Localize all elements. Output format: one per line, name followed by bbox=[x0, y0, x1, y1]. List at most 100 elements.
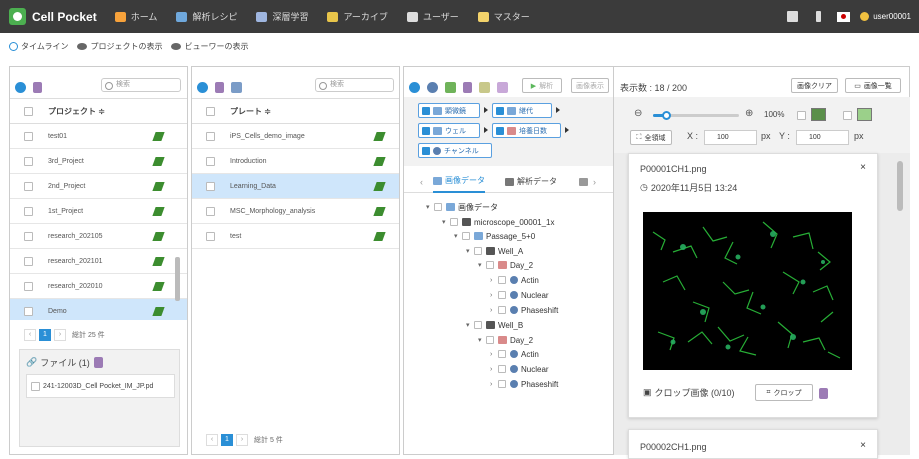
project-name[interactable]: test01 bbox=[48, 133, 67, 140]
tree-checkbox[interactable] bbox=[450, 218, 458, 226]
prev-page-button[interactable]: ‹ bbox=[206, 434, 218, 446]
table-row[interactable]: Demo bbox=[10, 299, 187, 320]
next-page-button[interactable]: › bbox=[54, 329, 66, 341]
export-icon[interactable] bbox=[231, 81, 242, 93]
microscope-chip[interactable]: 顕微鏡 bbox=[418, 103, 480, 118]
next-page-button[interactable]: › bbox=[236, 434, 248, 446]
zoom-slider[interactable] bbox=[653, 111, 739, 120]
nav-item[interactable]: マスター bbox=[477, 10, 530, 23]
delete-file-icon[interactable] bbox=[93, 357, 103, 368]
project-name[interactable]: research_202010 bbox=[48, 283, 103, 290]
tab-analysis-data[interactable]: 解析データ bbox=[505, 176, 557, 187]
edit-pencil-icon[interactable] bbox=[152, 157, 165, 166]
row-checkbox[interactable] bbox=[24, 306, 33, 316]
tree-day[interactable]: ▾ Day_2 bbox=[478, 258, 533, 272]
edit-pencil-icon[interactable] bbox=[373, 232, 386, 241]
tree-channel[interactable]: › Nuclear bbox=[490, 288, 549, 302]
channel-chip[interactable]: チャンネル bbox=[418, 143, 492, 158]
plate-name[interactable]: Learning_Data bbox=[230, 183, 276, 190]
tree-day[interactable]: ▾ Day_2 bbox=[478, 333, 533, 347]
table-row[interactable]: 3rd_Project bbox=[10, 149, 187, 174]
project-search-input[interactable]: 検索 bbox=[101, 78, 181, 92]
japan-flag-icon[interactable] bbox=[837, 11, 851, 22]
close-icon[interactable]: × bbox=[860, 162, 866, 173]
table-row[interactable]: 2nd_Project bbox=[10, 174, 187, 199]
tree-checkbox[interactable] bbox=[498, 365, 506, 373]
caret-down-icon[interactable]: ▾ bbox=[466, 321, 474, 329]
file-checkbox[interactable] bbox=[31, 381, 40, 391]
file-name[interactable]: 241-12003D_Cell Pocket_IM_JP.pd bbox=[43, 383, 153, 390]
plate-name[interactable]: test bbox=[230, 233, 241, 240]
analyze-button[interactable]: ▶ 解析 bbox=[522, 78, 562, 93]
tree-well[interactable]: ▾ Well_A bbox=[466, 244, 523, 258]
project-name[interactable]: research_202105 bbox=[48, 233, 103, 240]
row-checkbox[interactable] bbox=[24, 131, 33, 141]
viewer-view-toggle[interactable]: ビューワーの表示 bbox=[171, 41, 248, 52]
user-menu[interactable]: user00001 bbox=[860, 12, 911, 21]
project-view-toggle[interactable]: プロジェクトの表示 bbox=[77, 41, 162, 52]
add-project-icon[interactable] bbox=[15, 81, 26, 93]
tree-checkbox[interactable] bbox=[498, 291, 506, 299]
caret-down-icon[interactable]: ▾ bbox=[454, 232, 462, 240]
project-name[interactable]: Demo bbox=[48, 308, 67, 315]
tree-channel[interactable]: › Phaseshift bbox=[490, 377, 558, 391]
image-list-button[interactable]: ▭ 画像一覧 bbox=[845, 78, 901, 93]
caret-down-icon[interactable]: ▾ bbox=[478, 336, 486, 344]
timeline-toggle[interactable]: タイムライン bbox=[9, 41, 68, 52]
tab-image-data[interactable]: 画像データ bbox=[433, 171, 485, 193]
zoom-out-icon[interactable]: ⊖ bbox=[634, 108, 642, 119]
caret-right-icon[interactable]: › bbox=[490, 277, 498, 284]
row-checkbox[interactable] bbox=[24, 206, 33, 216]
row-checkbox[interactable] bbox=[206, 231, 215, 241]
link-icon[interactable] bbox=[427, 81, 438, 93]
y-input[interactable]: 100 bbox=[796, 130, 849, 145]
edit-pencil-icon[interactable] bbox=[152, 257, 165, 266]
row-checkbox[interactable] bbox=[24, 156, 33, 166]
x-input[interactable]: 100 bbox=[704, 130, 757, 145]
nav-item[interactable]: 解析レシピ bbox=[176, 10, 237, 23]
edit-pencil-icon[interactable] bbox=[152, 182, 165, 191]
tab-prev-icon[interactable]: ‹ bbox=[420, 177, 423, 187]
file-item[interactable]: 241-12003D_Cell Pocket_IM_JP.pd bbox=[26, 374, 175, 398]
plate-name[interactable]: Introduction bbox=[230, 158, 267, 165]
well-chip[interactable]: ウェル bbox=[418, 123, 480, 138]
edit-pencil-icon[interactable] bbox=[152, 132, 165, 141]
overlay-checkbox-1[interactable] bbox=[797, 111, 806, 120]
app-logo[interactable]: Cell Pocket bbox=[9, 8, 97, 25]
edit-pencil-icon[interactable] bbox=[373, 207, 386, 216]
caret-down-icon[interactable]: ▾ bbox=[442, 218, 450, 226]
caret-right-icon[interactable]: › bbox=[490, 292, 498, 299]
tree-checkbox[interactable] bbox=[474, 321, 482, 329]
tree-channel[interactable]: › Actin bbox=[490, 273, 539, 287]
plate-name[interactable]: MSC_Morphology_analysis bbox=[230, 208, 315, 215]
image-display-button[interactable]: 画像表示 bbox=[571, 78, 609, 93]
table-row[interactable]: 1st_Project bbox=[10, 199, 187, 224]
delete-project-icon[interactable] bbox=[33, 81, 42, 93]
tree-checkbox[interactable] bbox=[498, 276, 506, 284]
project-name[interactable]: 3rd_Project bbox=[48, 158, 84, 165]
project-name[interactable]: 2nd_Project bbox=[48, 183, 85, 190]
caret-right-icon[interactable]: › bbox=[490, 351, 498, 358]
delete-data-icon[interactable] bbox=[463, 81, 472, 93]
folder-icon[interactable] bbox=[479, 81, 490, 93]
table-row[interactable]: test bbox=[192, 224, 399, 249]
row-checkbox[interactable] bbox=[24, 256, 33, 266]
table-row[interactable]: research_202105 bbox=[10, 224, 187, 249]
tree-root[interactable]: ▾ 画像データ bbox=[426, 200, 498, 214]
row-checkbox[interactable] bbox=[206, 206, 215, 216]
row-checkbox[interactable] bbox=[24, 181, 33, 191]
delete-plate-icon[interactable] bbox=[215, 81, 224, 93]
tag-icon[interactable] bbox=[445, 81, 456, 93]
row-checkbox[interactable] bbox=[206, 131, 215, 141]
edit-pencil-icon[interactable] bbox=[152, 207, 165, 216]
zoom-in-icon[interactable]: ⊕ bbox=[745, 108, 753, 119]
tree-checkbox[interactable] bbox=[434, 203, 442, 211]
close-icon[interactable]: × bbox=[860, 440, 866, 451]
prev-page-button[interactable]: ‹ bbox=[24, 329, 36, 341]
tree-checkbox[interactable] bbox=[498, 350, 506, 358]
full-area-button[interactable]: ⛶ 全領域 bbox=[630, 130, 672, 145]
select-all-checkbox[interactable] bbox=[24, 106, 33, 116]
plate-column-header[interactable]: プレート ≑ bbox=[230, 106, 271, 117]
tab-next-icon[interactable]: › bbox=[593, 177, 596, 187]
row-checkbox[interactable] bbox=[206, 181, 215, 191]
